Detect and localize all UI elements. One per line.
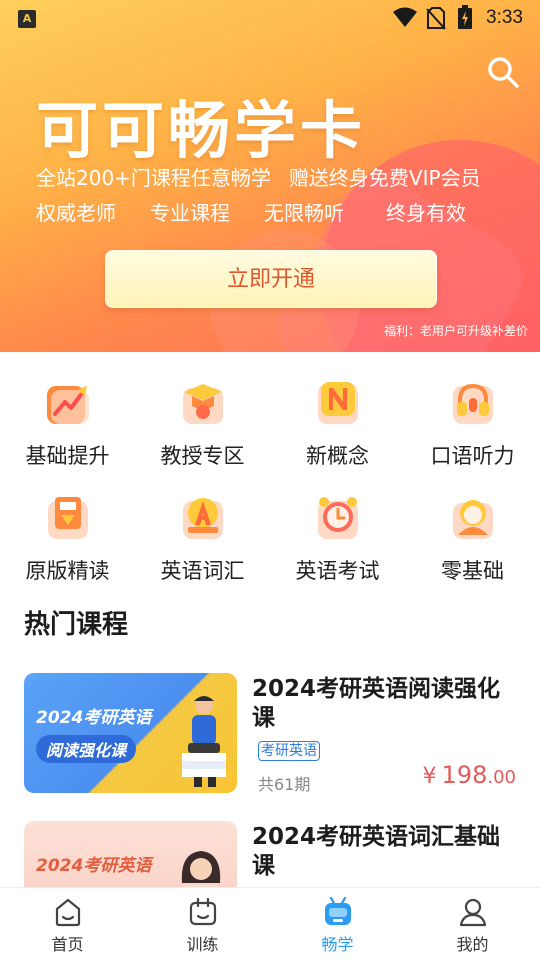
bookmark-icon: [47, 497, 88, 539]
hot-courses-title: 热门课程: [24, 610, 129, 640]
vip-card-banner[interactable]: A 3:33 可可畅学卡 全站200+门课程任意畅学 赠送终身免费VIP会员 权威…: [0, 0, 540, 352]
open-membership-button[interactable]: 立即开通: [105, 250, 437, 308]
nav-profile[interactable]: 我的: [405, 896, 540, 955]
chart-up-icon: [46, 386, 89, 424]
category-label: 教授专区: [160, 444, 245, 468]
wifi-icon: [393, 7, 417, 27]
category-label: 英语词汇: [160, 559, 245, 583]
category-zero-basics[interactable]: 零基础: [405, 493, 540, 585]
nav-home[interactable]: 首页: [0, 896, 135, 955]
banner-subtitle-part: 赠送终身免费VIP会员: [288, 166, 481, 190]
course-tag: 考研英语: [258, 741, 320, 761]
thumbnail-text: 2024考研英语: [36, 856, 152, 876]
category-new-concept[interactable]: 新概念: [270, 378, 405, 470]
nav-label: 我的: [456, 935, 489, 954]
nav-label: 畅学: [321, 935, 354, 954]
category-label: 英语考试: [295, 559, 380, 583]
nav-changxue[interactable]: 畅学: [270, 896, 405, 955]
nav-label: 训练: [186, 935, 219, 954]
course-title: 2024考研英语词汇基础课: [252, 824, 501, 879]
category-speaking-listening[interactable]: 口语听力: [405, 378, 540, 470]
graduation-cap-icon: [182, 384, 223, 424]
course-thumbnail: 2024考研英语: [24, 821, 237, 887]
nav-label: 首页: [51, 935, 84, 954]
teacher-illustration-icon: [181, 851, 221, 887]
letter-a-icon: [182, 498, 223, 539]
child-icon: [452, 500, 493, 539]
calendar-icon: [189, 897, 216, 926]
banner-subtitle: 全站200+门课程任意畅学 赠送终身免费VIP会员: [36, 162, 481, 191]
category-english-vocabulary[interactable]: 英语词汇: [135, 493, 270, 585]
banner-features: 权威老师 专业课程 无限畅听 终身有效: [36, 197, 500, 226]
price-integer: 198: [441, 761, 488, 789]
course-price: ¥ 198.00: [422, 761, 516, 789]
alarm-clock-icon: [317, 497, 358, 539]
course-card[interactable]: 2024考研英语 2024考研英语词汇基础课: [24, 821, 520, 887]
search-icon[interactable]: [486, 55, 520, 89]
category-label: 零基础: [441, 559, 504, 583]
category-label: 原版精读: [25, 559, 110, 583]
course-title: 2024考研英语阅读强化课: [252, 676, 501, 731]
banner-title: 可可畅学卡: [36, 94, 367, 167]
price-decimal: .00: [487, 767, 516, 788]
banner-feature: 终身有效: [386, 201, 466, 225]
category-basic-improvement[interactable]: 基础提升: [0, 378, 135, 470]
course-episode-count: 共61期: [258, 775, 311, 794]
category-label: 基础提升: [25, 444, 110, 468]
clock: 3:33: [486, 7, 523, 28]
app-notification-icon: A: [18, 10, 36, 28]
home-icon: [55, 898, 80, 927]
bottom-navigation: 首页 训练 畅学 我的: [0, 887, 540, 960]
banner-feature: 专业课程: [150, 201, 230, 225]
category-label: 口语听力: [430, 444, 515, 468]
category-label: 新概念: [306, 444, 369, 468]
letter-n-icon: [317, 382, 358, 424]
no-sim-icon: [426, 7, 446, 30]
thumbnail-text: 阅读强化课: [36, 735, 137, 763]
banner-feature: 权威老师: [36, 201, 116, 225]
category-professor-zone[interactable]: 教授专区: [135, 378, 270, 470]
thumbnail-text: 2024考研英语: [36, 708, 152, 728]
category-english-exam[interactable]: 英语考试: [270, 493, 405, 585]
robot-icon: [324, 896, 351, 925]
course-card[interactable]: 2024考研英语 阅读强化课 2024考研英语阅读强化课 考研英语 共61期 ¥…: [24, 673, 520, 795]
banner-subtitle-part: 全站200+门课程任意畅学: [36, 166, 271, 190]
banner-note: 福利：老用户可升级补差价: [383, 324, 528, 338]
status-bar: A 3:33: [0, 0, 540, 36]
user-icon: [459, 898, 486, 927]
battery-charging-icon: [458, 5, 472, 29]
category-original-reading[interactable]: 原版精读: [0, 493, 135, 585]
price-currency: ¥: [422, 764, 437, 789]
headphones-icon: [452, 383, 493, 424]
course-thumbnail: 2024考研英语 阅读强化课: [24, 673, 237, 793]
banner-feature: 无限畅听: [264, 201, 344, 225]
student-illustration-icon: [182, 696, 226, 787]
nav-training[interactable]: 训练: [135, 896, 270, 955]
